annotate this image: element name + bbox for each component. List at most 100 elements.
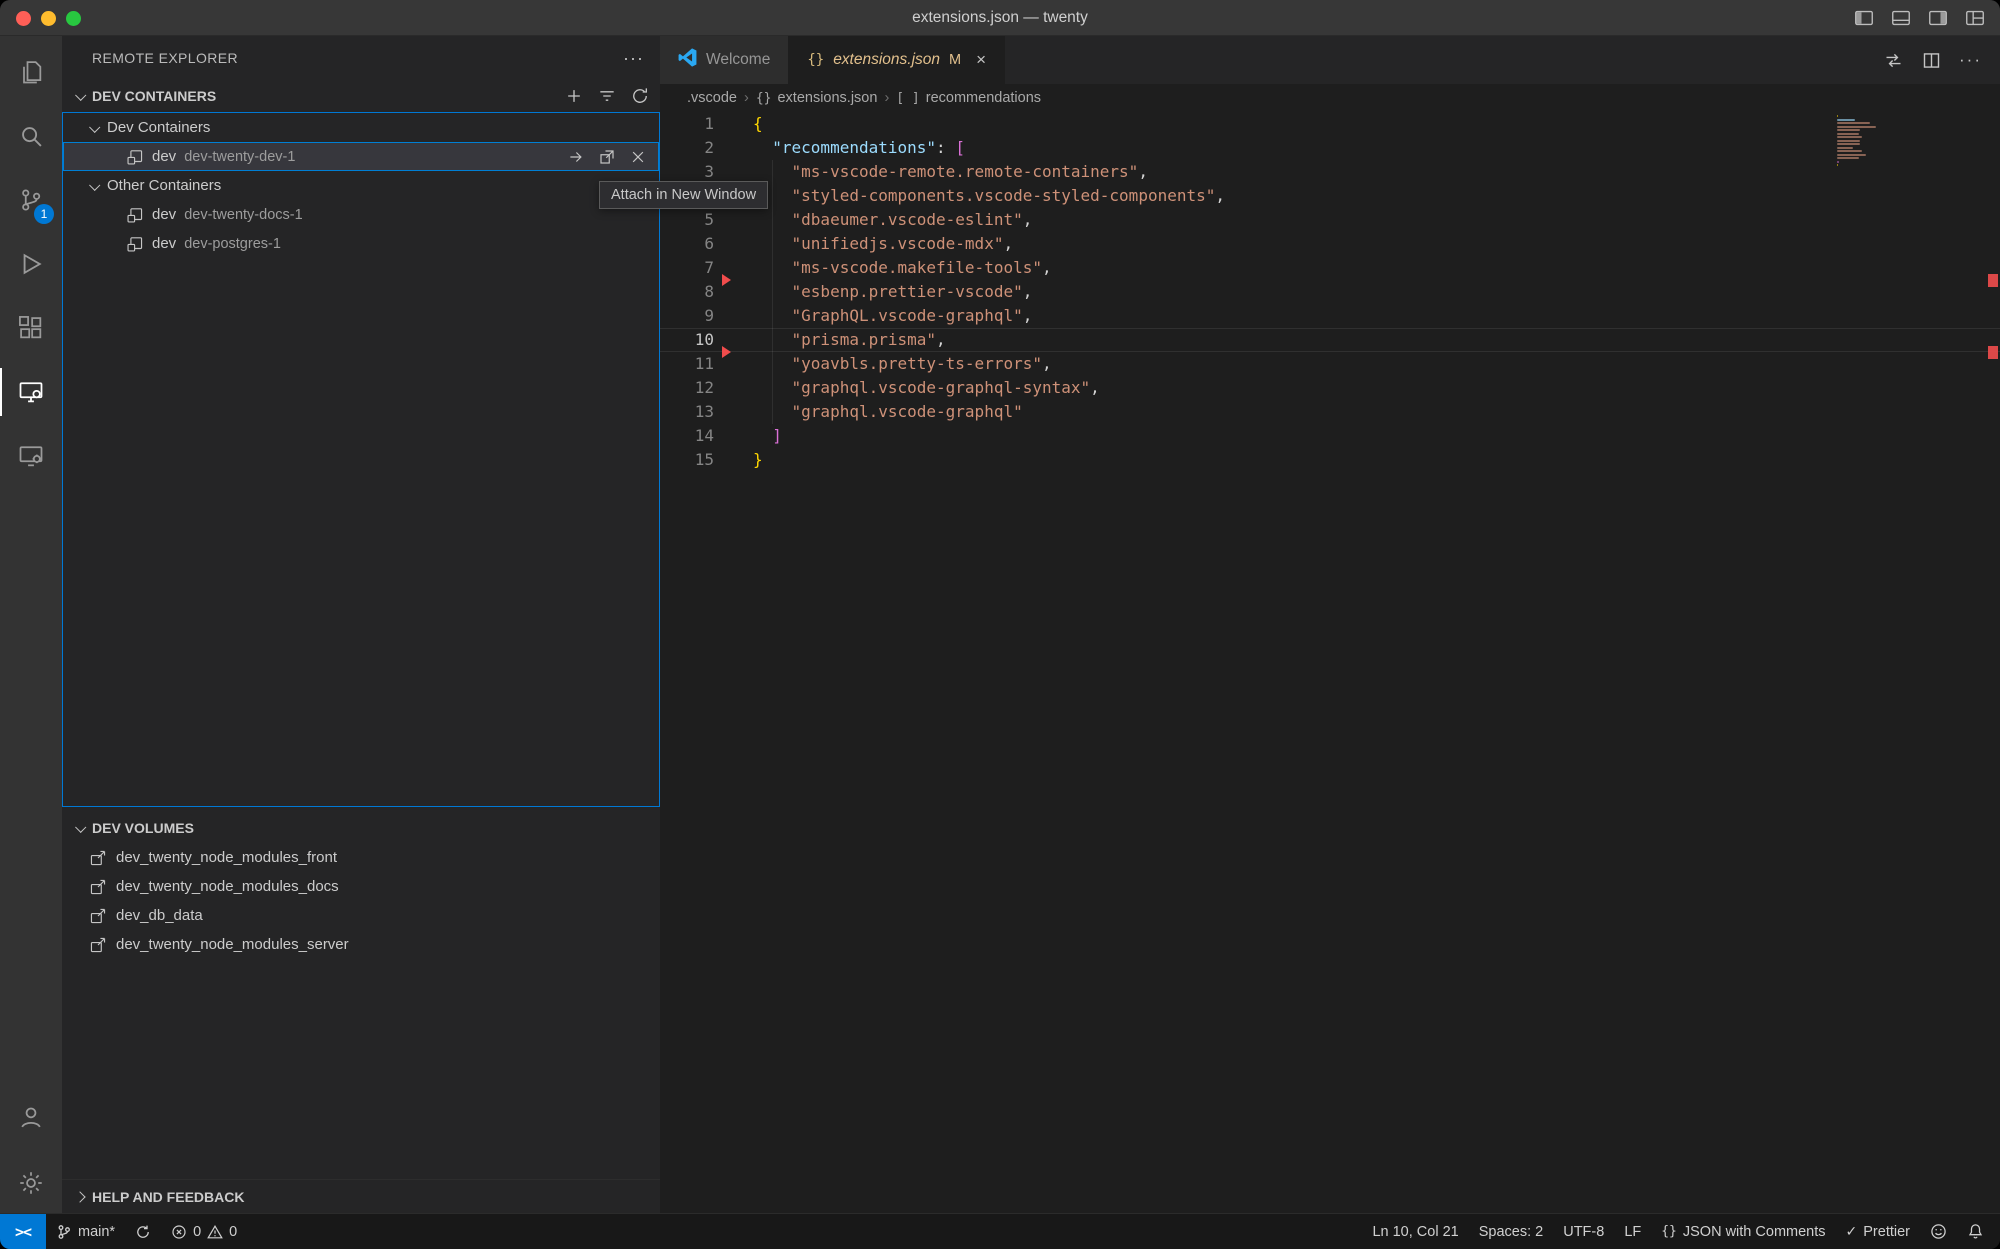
extensions-icon[interactable] — [0, 296, 62, 360]
git-deleted-marker[interactable] — [722, 274, 731, 286]
problems-status[interactable]: 0 0 — [161, 1214, 247, 1249]
breadcrumb: .vscode › {}extensions.json › [ ]recomme… — [660, 84, 2000, 112]
code-editor[interactable]: 1{2 "recommendations": [3 "ms-vscode-rem… — [660, 112, 2000, 1213]
formatter-status[interactable]: ✓ Prettier — [1836, 1214, 1920, 1249]
more-actions-icon[interactable]: ··· — [623, 48, 644, 69]
container-item-dev-twenty-dev-1[interactable]: devdev-twenty-dev-1 — [63, 142, 659, 171]
code-line-13[interactable]: 13 "graphql.vscode-graphql" — [660, 400, 2000, 424]
code-line-9[interactable]: 9 "GraphQL.vscode-graphql", — [660, 304, 2000, 328]
volume-item-dev_twenty_node_modules_front[interactable]: dev_twenty_node_modules_front — [62, 843, 660, 872]
object-symbol-icon: {} — [756, 91, 772, 106]
tab-extensions-json[interactable]: {} extensions.json M × — [789, 36, 1005, 84]
macos-close-button[interactable] — [16, 11, 31, 26]
toggle-primary-sidebar-icon[interactable] — [1853, 7, 1875, 29]
tab-welcome[interactable]: Welcome — [660, 36, 789, 84]
close-icon[interactable] — [629, 148, 647, 166]
dev-containers-tree: Dev Containersdevdev-twenty-dev-1 Other C… — [62, 112, 660, 807]
minimap[interactable] — [1837, 115, 1905, 168]
breadcrumb-file[interactable]: {}extensions.json — [756, 90, 878, 106]
notifications-bell-icon[interactable] — [1957, 1214, 1994, 1249]
volume-icon — [89, 936, 107, 954]
cursor-position[interactable]: Ln 10, Col 21 — [1362, 1214, 1468, 1249]
split-editor-icon[interactable] — [1921, 50, 1942, 71]
tree-group-other-containers[interactable]: Other Containers — [63, 171, 659, 200]
feedback-smiley-icon[interactable] — [1920, 1214, 1957, 1249]
source-control-icon[interactable]: 1 — [0, 168, 62, 232]
close-tab-icon[interactable]: × — [976, 50, 986, 70]
volume-item-dev_twenty_node_modules_server[interactable]: dev_twenty_node_modules_server — [62, 930, 660, 959]
line-number: 5 — [660, 208, 714, 232]
code-line-8[interactable]: 8 "esbenp.prettier-vscode", — [660, 280, 2000, 304]
sync-changes-button[interactable] — [125, 1214, 161, 1249]
indent-guide — [772, 160, 773, 424]
code-line-14[interactable]: 14 ] — [660, 424, 2000, 448]
macos-zoom-button[interactable] — [66, 11, 81, 26]
open-changes-icon[interactable] — [1883, 50, 1904, 71]
code-line-15[interactable]: 15} — [660, 448, 2000, 472]
new-dev-container-icon[interactable] — [564, 86, 584, 106]
line-content: "ms-vscode.makefile-tools", — [714, 256, 1052, 280]
refresh-icon[interactable] — [630, 86, 650, 106]
accounts-icon[interactable] — [0, 1085, 62, 1149]
minimap-line — [1837, 115, 1838, 117]
git-branch-status[interactable]: main* — [46, 1214, 125, 1249]
run-debug-icon[interactable] — [0, 232, 62, 296]
toggle-panel-icon[interactable] — [1890, 7, 1912, 29]
dev-volumes-section-header[interactable]: DEV VOLUMES — [62, 813, 660, 843]
container-icon — [126, 206, 144, 224]
container-icon — [126, 235, 144, 253]
indentation-status[interactable]: Spaces: 2 — [1469, 1214, 1554, 1249]
dev-containers-icon[interactable] — [0, 424, 62, 488]
line-content: ] — [714, 424, 782, 448]
code-line-6[interactable]: 6 "unifiedjs.vscode-mdx", — [660, 232, 2000, 256]
line-number: 15 — [660, 448, 714, 472]
attach-current-window-icon[interactable] — [567, 148, 585, 166]
toggle-secondary-sidebar-icon[interactable] — [1927, 7, 1949, 29]
macos-minimize-button[interactable] — [41, 11, 56, 26]
line-number: 13 — [660, 400, 714, 424]
dev-volumes-section: DEV VOLUMES dev_twenty_node_modules_fron… — [62, 813, 660, 959]
attach-new-window-icon[interactable] — [598, 148, 616, 166]
dev-containers-section-header[interactable]: DEV CONTAINERS — [62, 80, 660, 112]
volume-item-dev_db_data[interactable]: dev_db_data — [62, 901, 660, 930]
filter-icon[interactable] — [597, 86, 617, 106]
breadcrumb-symbol[interactable]: [ ]recommendations — [896, 90, 1041, 106]
encoding-status[interactable]: UTF-8 — [1553, 1214, 1614, 1249]
tree-group-dev-containers[interactable]: Dev Containers — [63, 113, 659, 142]
search-icon[interactable] — [0, 104, 62, 168]
explorer-icon[interactable] — [0, 40, 62, 104]
code-line-4[interactable]: 4 "styled-components.vscode-styled-compo… — [660, 184, 2000, 208]
code-line-1[interactable]: 1{ — [660, 112, 2000, 136]
remote-explorer-icon[interactable] — [0, 360, 62, 424]
code-line-12[interactable]: 12 "graphql.vscode-graphql-syntax", — [660, 376, 2000, 400]
container-label: dev — [152, 206, 176, 223]
code-line-11[interactable]: 11 "yoavbls.pretty-ts-errors", — [660, 352, 2000, 376]
source-control-badge: 1 — [34, 204, 54, 224]
volume-item-dev_twenty_node_modules_docs[interactable]: dev_twenty_node_modules_docs — [62, 872, 660, 901]
help-and-feedback-section-header[interactable]: HELP AND FEEDBACK — [62, 1179, 660, 1213]
code-line-3[interactable]: 3 "ms-vscode-remote.remote-containers", — [660, 160, 2000, 184]
eol-status[interactable]: LF — [1614, 1214, 1651, 1249]
minimap-line — [1837, 122, 1870, 124]
settings-gear-icon[interactable] — [0, 1153, 62, 1213]
overview-ruler[interactable] — [1986, 112, 2000, 1213]
more-actions-icon[interactable]: ··· — [1959, 50, 1982, 70]
remote-indicator[interactable]: >< — [0, 1214, 46, 1249]
line-content: "esbenp.prettier-vscode", — [714, 280, 1032, 304]
code-line-10[interactable]: 10 "prisma.prisma", — [660, 328, 2000, 352]
container-item-dev-twenty-docs-1[interactable]: dev dev-twenty-docs-1 — [63, 200, 659, 229]
customize-layout-icon[interactable] — [1964, 7, 1986, 29]
code-line-7[interactable]: 7 "ms-vscode.makefile-tools", — [660, 256, 2000, 280]
breadcrumb-folder[interactable]: .vscode — [687, 90, 737, 106]
container-description: dev-twenty-docs-1 — [184, 207, 302, 223]
code-line-2[interactable]: 2 "recommendations": [ — [660, 136, 2000, 160]
git-deleted-marker[interactable] — [722, 346, 731, 358]
sidebar-title: REMOTE EXPLORER — [92, 50, 238, 66]
language-mode[interactable]: {} JSON with Comments — [1651, 1214, 1835, 1249]
container-item-dev-postgres-1[interactable]: devdev-postgres-1 — [63, 229, 659, 258]
minimap-line — [1837, 126, 1876, 128]
line-number: 14 — [660, 424, 714, 448]
tree-group-label: Other Containers — [107, 177, 221, 194]
code-line-5[interactable]: 5 "dbaeumer.vscode-eslint", — [660, 208, 2000, 232]
array-symbol-icon: [ ] — [896, 91, 919, 106]
